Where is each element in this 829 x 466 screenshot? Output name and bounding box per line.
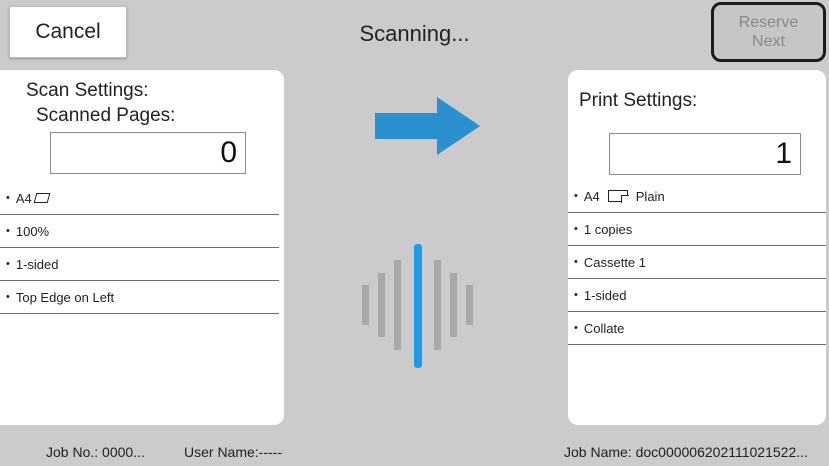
reserve-next-label-line1: Reserve: [738, 14, 799, 31]
scan-settings-list: • A4 • 100% • 1-sided • Top Edge on Left: [0, 182, 279, 314]
bullet: •: [6, 192, 10, 204]
scan-setting-label: Top Edge on Left: [15, 289, 115, 305]
print-settings-list: • A4 Plain • 1 copies • Cassette 1 • 1-s…: [568, 180, 826, 345]
paper-landscape-icon: [33, 193, 51, 203]
bullet: •: [574, 322, 578, 334]
print-setting-label: 1-sided: [583, 287, 627, 303]
job-number: Job No.: 0000...: [46, 444, 145, 460]
print-setting-label: Collate: [583, 320, 625, 336]
print-copies-counter: 1: [609, 133, 801, 175]
scanned-pages-counter: 0: [50, 132, 246, 174]
print-paper-type: Plain: [635, 188, 665, 204]
scanned-pages-label: Scanned Pages:: [36, 105, 176, 126]
bullet: •: [574, 223, 578, 235]
scan-setting-paper-size: • A4: [0, 182, 279, 215]
cancel-button[interactable]: Cancel: [9, 6, 127, 58]
scan-setting-label: 1-sided: [15, 256, 59, 272]
right-arrow-icon: [375, 97, 480, 155]
job-name: Job Name: doc000006202111021522...: [564, 444, 808, 460]
bullet: •: [574, 256, 578, 268]
scan-settings-panel: Scan Settings: Scanned Pages: 0 • A4 • 1…: [0, 70, 284, 425]
scan-setting-orientation: • Top Edge on Left: [0, 281, 279, 314]
print-setting-label: Cassette 1: [583, 254, 647, 270]
print-setting-label: 1 copies: [583, 221, 633, 237]
bullet: •: [6, 258, 10, 270]
paper-icon: [607, 190, 629, 203]
print-settings-heading: Print Settings:: [579, 90, 698, 111]
scan-setting-sides: • 1-sided: [0, 248, 279, 281]
print-setting-copies: • 1 copies: [568, 213, 826, 246]
user-name: User Name:-----: [184, 444, 282, 460]
bullet: •: [6, 225, 10, 237]
scan-setting-label: A4: [15, 190, 32, 206]
print-setting-cassette: • Cassette 1: [568, 246, 826, 279]
bullet: •: [574, 289, 578, 301]
scan-settings-heading: Scan Settings:: [26, 80, 149, 101]
reserve-next-label-line2: Next: [752, 33, 785, 50]
status-footer: Job No.: 0000... User Name:----- Job Nam…: [0, 438, 829, 466]
bullet: •: [574, 190, 578, 202]
print-setting-collate: • Collate: [568, 312, 826, 345]
scan-wave-icon: [362, 244, 473, 368]
print-settings-panel: Print Settings: 1 • A4 Plain • 1 copies …: [568, 70, 826, 425]
top-bar: Cancel Scanning... Reserve Next: [0, 0, 829, 68]
scan-setting-zoom: • 100%: [0, 215, 279, 248]
reserve-next-button[interactable]: Reserve Next: [711, 2, 826, 62]
scan-setting-label: 100%: [15, 223, 50, 239]
bullet: •: [6, 291, 10, 303]
print-setting-label: A4: [583, 188, 600, 204]
print-setting-sides: • 1-sided: [568, 279, 826, 312]
print-setting-paper: • A4 Plain: [568, 180, 826, 213]
